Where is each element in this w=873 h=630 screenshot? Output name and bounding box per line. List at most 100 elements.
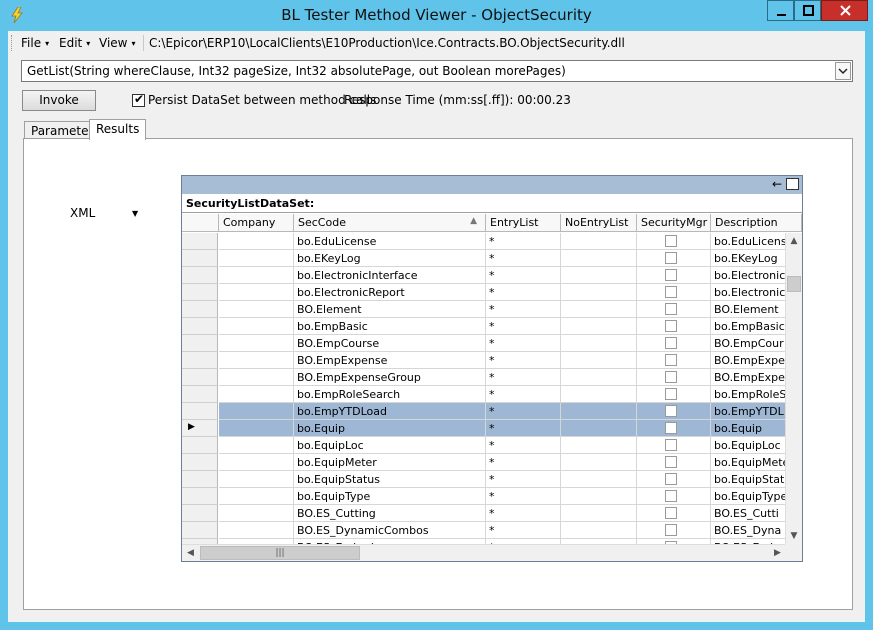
cell-description[interactable]: bo.EquipLoc — [711, 437, 786, 454]
vertical-scrollbar[interactable]: ▲ ▼ — [785, 233, 802, 545]
row-selector[interactable] — [182, 454, 218, 471]
cell-description[interactable]: BO.EmpExpe — [711, 352, 786, 369]
cell-entrylist[interactable]: * — [486, 301, 561, 318]
cell-noentrylist[interactable] — [561, 369, 637, 386]
cell-securitymgr[interactable] — [637, 352, 711, 369]
cell-securitymgr[interactable] — [637, 403, 711, 420]
back-arrow-icon[interactable]: ← — [772, 177, 782, 191]
row-selector[interactable] — [182, 352, 218, 369]
row-selector[interactable] — [182, 403, 218, 420]
securitymgr-checkbox[interactable] — [665, 422, 677, 434]
table-row[interactable]: bo.EmpYTDLoad * bo.EmpYTDL — [182, 403, 786, 420]
securitymgr-checkbox[interactable] — [665, 303, 677, 315]
cell-entrylist[interactable]: * — [486, 267, 561, 284]
cell-company[interactable] — [219, 352, 294, 369]
cell-seccode[interactable]: bo.EquipLoc — [294, 437, 486, 454]
cell-noentrylist[interactable] — [561, 250, 637, 267]
tab-results[interactable]: Results — [89, 119, 147, 140]
cell-entrylist[interactable]: * — [486, 284, 561, 301]
table-row[interactable]: bo.ElectronicInterface * bo.Electronicl — [182, 267, 786, 284]
cell-entrylist[interactable]: * — [486, 420, 561, 437]
row-selector[interactable] — [182, 301, 218, 318]
cell-description[interactable]: bo.EmpBasic — [711, 318, 786, 335]
row-selector[interactable] — [182, 233, 218, 250]
method-select[interactable]: GetList(String whereClause, Int32 pageSi… — [21, 60, 853, 82]
cell-company[interactable] — [219, 420, 294, 437]
cell-noentrylist[interactable] — [561, 420, 637, 437]
cell-company[interactable] — [219, 284, 294, 301]
cell-description[interactable]: bo.Electronicl — [711, 267, 786, 284]
column-header-entrylist[interactable]: EntryList — [486, 214, 561, 232]
cell-entrylist[interactable]: * — [486, 318, 561, 335]
scroll-down-icon[interactable]: ▼ — [786, 528, 802, 545]
cell-seccode[interactable]: BO.EmpCourse — [294, 335, 486, 352]
cell-seccode[interactable]: bo.EquipStatus — [294, 471, 486, 488]
cell-securitymgr[interactable] — [637, 488, 711, 505]
column-header-company[interactable]: Company — [219, 214, 294, 232]
cell-entrylist[interactable]: * — [486, 522, 561, 539]
cell-securitymgr[interactable] — [637, 284, 711, 301]
scroll-up-icon[interactable]: ▲ — [786, 233, 802, 250]
row-selector[interactable] — [182, 318, 218, 335]
table-row[interactable]: bo.EquipStatus * bo.EquipStat — [182, 471, 786, 488]
cell-company[interactable] — [219, 437, 294, 454]
scroll-left-icon[interactable]: ◀ — [182, 545, 199, 561]
table-row[interactable]: BO.ES_Cutting * BO.ES_Cutti — [182, 505, 786, 522]
cell-company[interactable] — [219, 454, 294, 471]
securitymgr-checkbox[interactable] — [665, 235, 677, 247]
cell-seccode[interactable]: BO.EmpExpense — [294, 352, 486, 369]
cell-company[interactable] — [219, 335, 294, 352]
row-selector[interactable] — [182, 386, 218, 403]
cell-company[interactable] — [219, 505, 294, 522]
cell-securitymgr[interactable] — [637, 250, 711, 267]
cell-securitymgr[interactable] — [637, 454, 711, 471]
cell-noentrylist[interactable] — [561, 284, 637, 301]
securitymgr-checkbox[interactable] — [665, 320, 677, 332]
securitymgr-checkbox[interactable] — [665, 490, 677, 502]
grid-options-icon[interactable] — [786, 178, 799, 190]
cell-description[interactable]: BO.ES_Cutti — [711, 505, 786, 522]
row-selector[interactable] — [182, 505, 218, 522]
menu-file[interactable]: File ▾ — [21, 36, 49, 50]
cell-company[interactable] — [219, 267, 294, 284]
cell-seccode[interactable]: bo.EmpBasic — [294, 318, 486, 335]
cell-description[interactable]: bo.Electronic — [711, 284, 786, 301]
cell-securitymgr[interactable] — [637, 267, 711, 284]
cell-seccode[interactable]: bo.ElectronicReport — [294, 284, 486, 301]
cell-securitymgr[interactable] — [637, 301, 711, 318]
cell-company[interactable] — [219, 369, 294, 386]
cell-company[interactable] — [219, 488, 294, 505]
cell-noentrylist[interactable] — [561, 471, 637, 488]
cell-securitymgr[interactable] — [637, 437, 711, 454]
table-row[interactable]: bo.EquipType * bo.EquipType — [182, 488, 786, 505]
cell-company[interactable] — [219, 386, 294, 403]
cell-seccode[interactable]: bo.EquipType — [294, 488, 486, 505]
cell-company[interactable] — [219, 471, 294, 488]
cell-company[interactable] — [219, 233, 294, 250]
cell-entrylist[interactable]: * — [486, 471, 561, 488]
cell-seccode[interactable]: bo.Equip — [294, 420, 486, 437]
securitymgr-checkbox[interactable] — [665, 269, 677, 281]
securitymgr-checkbox[interactable] — [665, 388, 677, 400]
table-row[interactable]: bo.EduLicense * bo.EduLicens — [182, 233, 786, 250]
securitymgr-checkbox[interactable] — [665, 286, 677, 298]
row-selector[interactable] — [182, 335, 218, 352]
cell-entrylist[interactable]: * — [486, 386, 561, 403]
row-selector[interactable] — [182, 522, 218, 539]
row-selector[interactable] — [182, 488, 218, 505]
table-row[interactable]: BO.EmpCourse * BO.EmpCour — [182, 335, 786, 352]
column-header-securitymgr[interactable]: SecurityMgr — [637, 214, 711, 232]
cell-securitymgr[interactable] — [637, 335, 711, 352]
cell-company[interactable] — [219, 403, 294, 420]
cell-noentrylist[interactable] — [561, 267, 637, 284]
cell-description[interactable]: bo.Equip — [711, 420, 786, 437]
cell-securitymgr[interactable] — [637, 471, 711, 488]
cell-noentrylist[interactable] — [561, 488, 637, 505]
cell-description[interactable]: bo.EquipStat — [711, 471, 786, 488]
method-select-dropdown-button[interactable] — [835, 62, 851, 80]
cell-securitymgr[interactable] — [637, 386, 711, 403]
cell-noentrylist[interactable] — [561, 403, 637, 420]
row-selector[interactable] — [182, 250, 218, 267]
cell-description[interactable]: BO.EmpCour — [711, 335, 786, 352]
cell-seccode[interactable]: bo.EmpRoleSearch — [294, 386, 486, 403]
